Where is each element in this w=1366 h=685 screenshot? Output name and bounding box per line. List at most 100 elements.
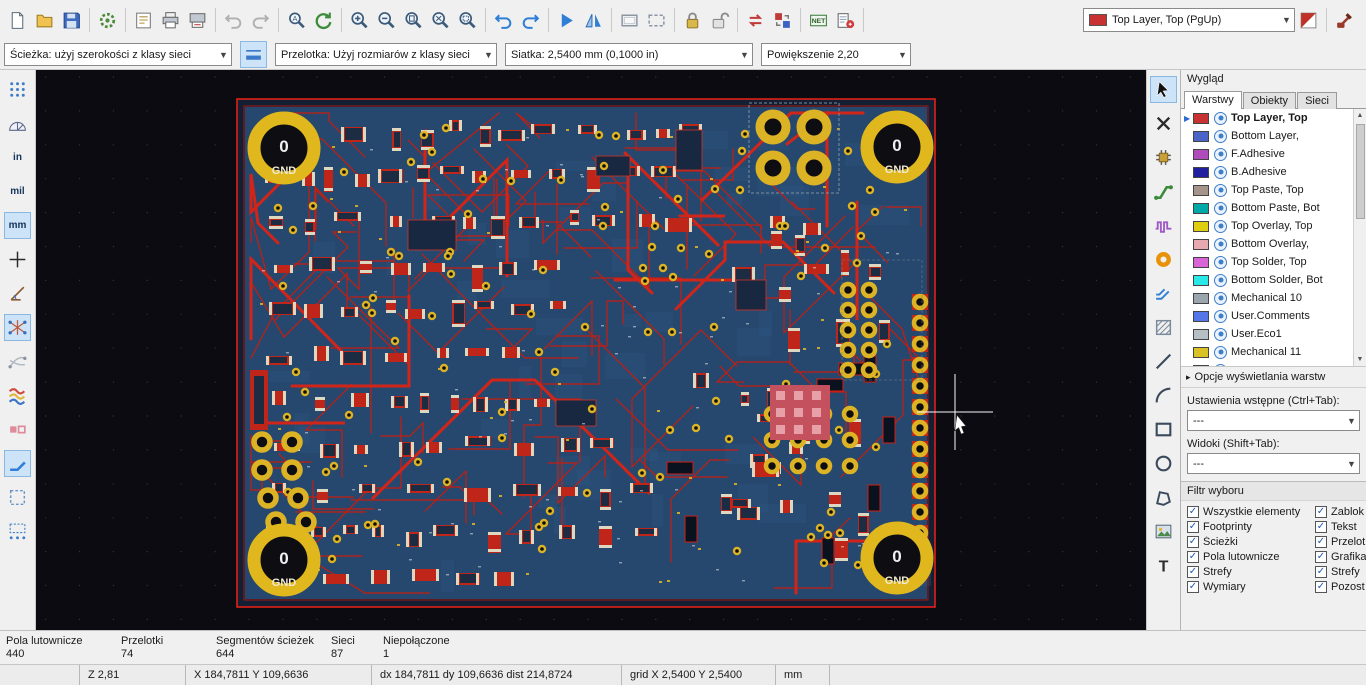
layer-color-swatch[interactable] — [1193, 167, 1209, 178]
plugin-button[interactable] — [1331, 7, 1358, 34]
layer-color-swatch[interactable] — [1193, 257, 1209, 268]
cursor-shape-button[interactable] — [4, 246, 31, 273]
checkbox-checked-icon[interactable]: ✓ — [1315, 566, 1327, 578]
save-board-button[interactable] — [58, 7, 85, 34]
pcb-canvas[interactable]: 0GND0GND0GND0GND — [36, 70, 1146, 630]
grid-override-button[interactable] — [4, 518, 31, 545]
route-tracks-button[interactable] — [1150, 178, 1177, 205]
tune-track-button[interactable] — [1150, 212, 1177, 239]
layer-color-swatch[interactable] — [1193, 185, 1209, 196]
presets-dropdown[interactable]: --- ▼ — [1187, 410, 1360, 431]
filter-checkbox-item[interactable]: ✓Strefy — [1187, 566, 1315, 578]
draw-rect-button[interactable] — [1150, 416, 1177, 443]
filter-checkbox-item[interactable]: ✓Footprinty — [1187, 521, 1315, 533]
layer-color-swatch[interactable] — [1193, 365, 1209, 367]
checkbox-checked-icon[interactable]: ✓ — [1187, 506, 1199, 518]
diff-pair-button[interactable] — [1150, 280, 1177, 307]
layer-row[interactable]: Bottom Solder, Bot — [1181, 271, 1353, 289]
checkbox-checked-icon[interactable]: ✓ — [1187, 581, 1199, 593]
checkbox-checked-icon[interactable]: ✓ — [1187, 566, 1199, 578]
zoom-page-button[interactable] — [400, 7, 427, 34]
plot-button[interactable] — [184, 7, 211, 34]
layer-visibility-eye-icon[interactable] — [1214, 346, 1227, 359]
layer-visibility-eye-icon[interactable] — [1214, 310, 1227, 323]
chevron-down-icon[interactable]: ▼ — [737, 50, 752, 60]
unit-mils-button[interactable]: mil — [4, 178, 31, 205]
unlock-button[interactable] — [706, 7, 733, 34]
checkbox-checked-icon[interactable]: ✓ — [1315, 536, 1327, 548]
refresh-button[interactable] — [310, 7, 337, 34]
layer-list-scrollbar[interactable]: ▲ ▼ — [1353, 109, 1366, 366]
swap-button[interactable] — [742, 7, 769, 34]
layer-color-swatch[interactable] — [1193, 149, 1209, 160]
find-button[interactable]: A — [283, 7, 310, 34]
frame-button[interactable] — [616, 7, 643, 34]
layer-visibility-eye-icon[interactable] — [1214, 130, 1227, 143]
layer-row[interactable]: Top Paste, Top — [1181, 181, 1353, 199]
checkbox-checked-icon[interactable]: ✓ — [1315, 521, 1327, 533]
layer-color-swatch[interactable] — [1193, 347, 1209, 358]
open-board-button[interactable] — [31, 7, 58, 34]
scroll-down-icon[interactable]: ▼ — [1357, 353, 1364, 366]
filter-checkbox-item[interactable]: ✓Ścieżki — [1187, 536, 1315, 548]
filter-checkbox-item[interactable]: ✓Grafika — [1315, 551, 1366, 563]
layer-display-options[interactable]: ▸ Opcje wyświetlania warstw — [1181, 367, 1366, 388]
filter-checkbox-item[interactable]: ✓Wymiary — [1187, 581, 1315, 593]
checkbox-checked-icon[interactable]: ✓ — [1187, 536, 1199, 548]
ratsnest-curved-button[interactable] — [4, 348, 31, 375]
layer-row[interactable]: Top Solder, Top — [1181, 253, 1353, 271]
polar-coords-button[interactable] — [4, 110, 31, 137]
chevron-down-icon[interactable]: ▼ — [1344, 416, 1359, 426]
grid-dropdown[interactable]: Siatka: 2,5400 mm (0,1000 in) ▼ — [505, 43, 753, 66]
checkbox-checked-icon[interactable]: ✓ — [1315, 581, 1327, 593]
layer-visibility-eye-icon[interactable] — [1214, 112, 1227, 125]
filter-checkbox-item[interactable]: ✓Pozost — [1315, 581, 1366, 593]
layer-color-swatch[interactable] — [1193, 275, 1209, 286]
layer-color-swatch[interactable] — [1193, 293, 1209, 304]
pad-display-button[interactable] — [4, 416, 31, 443]
frame-dashed-button[interactable] — [643, 7, 670, 34]
undo-button[interactable] — [490, 7, 517, 34]
draw-polygon-button[interactable] — [1150, 484, 1177, 511]
tab-obiekty[interactable]: Obiekty — [1243, 92, 1296, 109]
zoom-in-button[interactable] — [346, 7, 373, 34]
layer-color-swatch[interactable] — [1193, 311, 1209, 322]
select-tool-button[interactable] — [1150, 76, 1177, 103]
layer-row[interactable]: Bottom Overlay, — [1181, 235, 1353, 253]
angle-measure-button[interactable] — [4, 280, 31, 307]
layer-visibility-eye-icon[interactable] — [1214, 256, 1227, 269]
track-width-dropdown[interactable]: Ścieżka: użyj szerokości z klasy sieci ▼ — [4, 43, 232, 66]
mirror-button[interactable] — [580, 7, 607, 34]
local-ratsnest-button[interactable] — [1150, 110, 1177, 137]
unit-inches-button[interactable]: in — [4, 144, 31, 171]
draw-circle-button[interactable] — [1150, 450, 1177, 477]
layer-row[interactable]: Bottom Paste, Bot — [1181, 199, 1353, 217]
layer-row[interactable] — [1181, 361, 1353, 366]
filter-checkbox-item[interactable]: ✓Strefy — [1315, 566, 1366, 578]
filter-checkbox-item[interactable]: ✓Pola lutownicze — [1187, 551, 1315, 563]
zoom-out-button[interactable] — [373, 7, 400, 34]
net-highlight-button[interactable]: NET — [805, 7, 832, 34]
layer-row[interactable]: Mechanical 10 — [1181, 289, 1353, 307]
layer-visibility-eye-icon[interactable] — [1214, 292, 1227, 305]
layer-visibility-eye-icon[interactable] — [1214, 184, 1227, 197]
layer-row[interactable]: User.Eco1 — [1181, 325, 1353, 343]
net-colors-button[interactable] — [4, 382, 31, 409]
lock-button[interactable] — [679, 7, 706, 34]
layer-color-swatch[interactable] — [1193, 113, 1209, 124]
grid-dots-button[interactable] — [4, 76, 31, 103]
active-layer-dropdown[interactable]: Top Layer, Top (PgUp) ▼ — [1083, 8, 1295, 32]
add-footprint-button[interactable] — [1150, 144, 1177, 171]
layer-visibility-eye-icon[interactable] — [1214, 166, 1227, 179]
layer-row[interactable]: User.Comments — [1181, 307, 1353, 325]
add-image-button[interactable] — [1150, 518, 1177, 545]
outline-display-button[interactable] — [4, 484, 31, 511]
add-text-button[interactable]: T — [1150, 552, 1177, 579]
tab-sieci[interactable]: Sieci — [1297, 92, 1337, 109]
layer-visibility-eye-icon[interactable] — [1214, 202, 1227, 215]
unit-mm-button[interactable]: mm — [4, 212, 31, 239]
layer-row[interactable]: Top Overlay, Top — [1181, 217, 1353, 235]
chevron-down-icon[interactable]: ▼ — [216, 50, 231, 60]
layer-color-swatch[interactable] — [1193, 203, 1209, 214]
zoom-dropdown[interactable]: Powiększenie 2,20 ▼ — [761, 43, 911, 66]
